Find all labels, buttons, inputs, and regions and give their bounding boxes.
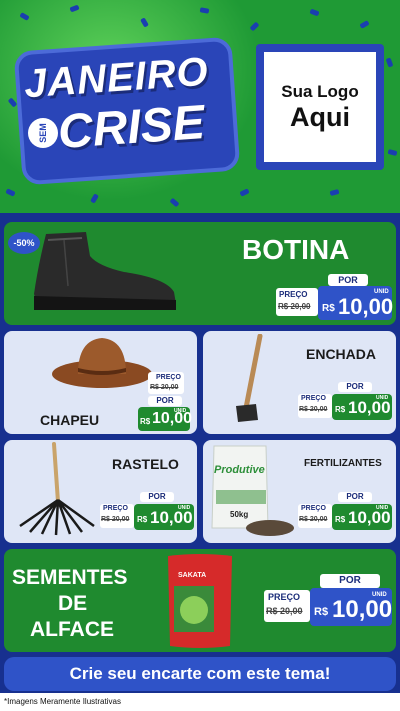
product-name-rastelo: RASTELO (112, 456, 179, 472)
preco-label: PREÇO (156, 374, 181, 381)
price-value: 10,00 (150, 508, 193, 527)
old-price: R$ 20,00 (278, 302, 311, 311)
confetti-piece (387, 148, 398, 157)
product-name-fertilizantes: FERTILIZANTES (304, 458, 382, 469)
packet-brand: SAKATA (178, 572, 207, 579)
old-price: R$ 20,00 (299, 406, 328, 413)
currency: R$ (322, 303, 335, 314)
logo-placeholder[interactable]: Sua Logo Aqui (256, 44, 384, 170)
old-price: R$ 20,00 (299, 516, 328, 523)
old-price: R$ 20,00 (150, 384, 179, 391)
price-value: 10,00 (338, 294, 394, 319)
bag-brand: Produtive (214, 464, 265, 476)
confetti-piece (385, 57, 394, 68)
price-tag-sementes: POR PREÇO R$ 20,00 R$ 10,00 UNID (264, 574, 392, 626)
cta-button[interactable]: Crie seu encarte com este tema! (4, 657, 396, 691)
currency: R$ (335, 515, 346, 524)
fertilizer-bag-icon (211, 445, 294, 536)
product-name-sementes-l2: DE (58, 592, 88, 615)
new-price-box: R$ 10,00 UNID (310, 588, 392, 626)
seed-packet-icon (168, 554, 232, 648)
new-price-box: R$ 10,00 UNID (332, 394, 392, 420)
por-label: POR (140, 492, 174, 502)
por-label: POR (148, 396, 182, 406)
currency: R$ (140, 417, 151, 426)
price-value: 10,00 (348, 398, 391, 417)
new-price-box: R$ 10,00 UNID (134, 504, 194, 530)
logo-inner: Sua Logo Aqui (264, 52, 376, 162)
boot-icon (34, 232, 176, 310)
new-price-box: R$ 10,00 UNID (138, 407, 192, 431)
currency: R$ (137, 515, 148, 524)
preco-label: PREÇO (301, 395, 326, 402)
currency: R$ (314, 606, 329, 618)
logo-line2: Aqui (290, 101, 350, 132)
title-sem: SEM (28, 118, 58, 148)
product-name-chapeu: CHAPEU (40, 412, 100, 428)
preco-label: PREÇO (279, 290, 308, 299)
old-price: R$ 20,00 (101, 516, 130, 523)
unit-label: UNID (376, 505, 389, 511)
por-label: POR (338, 382, 372, 392)
price-tag-botina: POR PREÇO R$ 20,00 R$ 10,00 UNID (276, 272, 394, 320)
price-tag-chapeu: PREÇO R$ 20,00 POR R$ 10,00 UNID (138, 372, 196, 432)
logo-line1: Sua Logo (281, 81, 359, 101)
price-tag-rastelo: POR PREÇO R$ 20,00 R$ 10,00 UNID (100, 492, 194, 532)
footnote: *Imagens Meramente Ilustrativas (0, 693, 400, 711)
unit-label: UNID (174, 408, 187, 414)
header-banner: JANEIRO SEM CRISE Sua Logo Aqui (0, 0, 400, 215)
confetti-piece (329, 188, 340, 197)
new-price-box: R$ 10,00 UNID (332, 504, 392, 530)
product-name-botina: BOTINA (242, 234, 350, 265)
por-label: POR (320, 574, 380, 588)
product-name-sementes-l1: SEMENTES (12, 566, 128, 589)
new-price-box: R$ 10,00 UNID (318, 286, 394, 320)
preco-label: PREÇO (268, 592, 301, 602)
flyer-page: JANEIRO SEM CRISE Sua Logo Aqui -50% BOT… (0, 0, 400, 711)
price-tag-fertilizantes: POR PREÇO R$ 20,00 R$ 10,00 UNID (298, 492, 392, 532)
unit-label: UNID (178, 505, 191, 511)
price-value: 10,00 (348, 508, 391, 527)
rake-icon (19, 442, 95, 536)
unit-label: UNID (374, 289, 389, 295)
preco-label: PREÇO (103, 505, 128, 512)
price-tag-enchada: POR PREÇO R$ 20,00 R$ 10,00 UNID (298, 382, 392, 422)
title-line2: CRISE (56, 95, 207, 160)
currency: R$ (335, 405, 346, 414)
preco-label: PREÇO (301, 505, 326, 512)
confetti-piece (309, 8, 320, 17)
product-name-sementes-l3: ALFACE (30, 618, 114, 641)
old-price: R$ 20,00 (266, 606, 303, 616)
unit-label: UNID (376, 395, 389, 401)
bag-weight: 50kg (230, 510, 249, 519)
hoe-icon (236, 334, 263, 422)
unit-label: UNID (372, 592, 387, 598)
price-value: 10,00 (332, 596, 393, 623)
por-label: POR (338, 492, 372, 502)
hat-icon (52, 338, 152, 388)
confetti-piece (359, 20, 370, 29)
por-label: POR (328, 274, 368, 286)
product-name-enchada: ENCHADA (306, 346, 376, 362)
